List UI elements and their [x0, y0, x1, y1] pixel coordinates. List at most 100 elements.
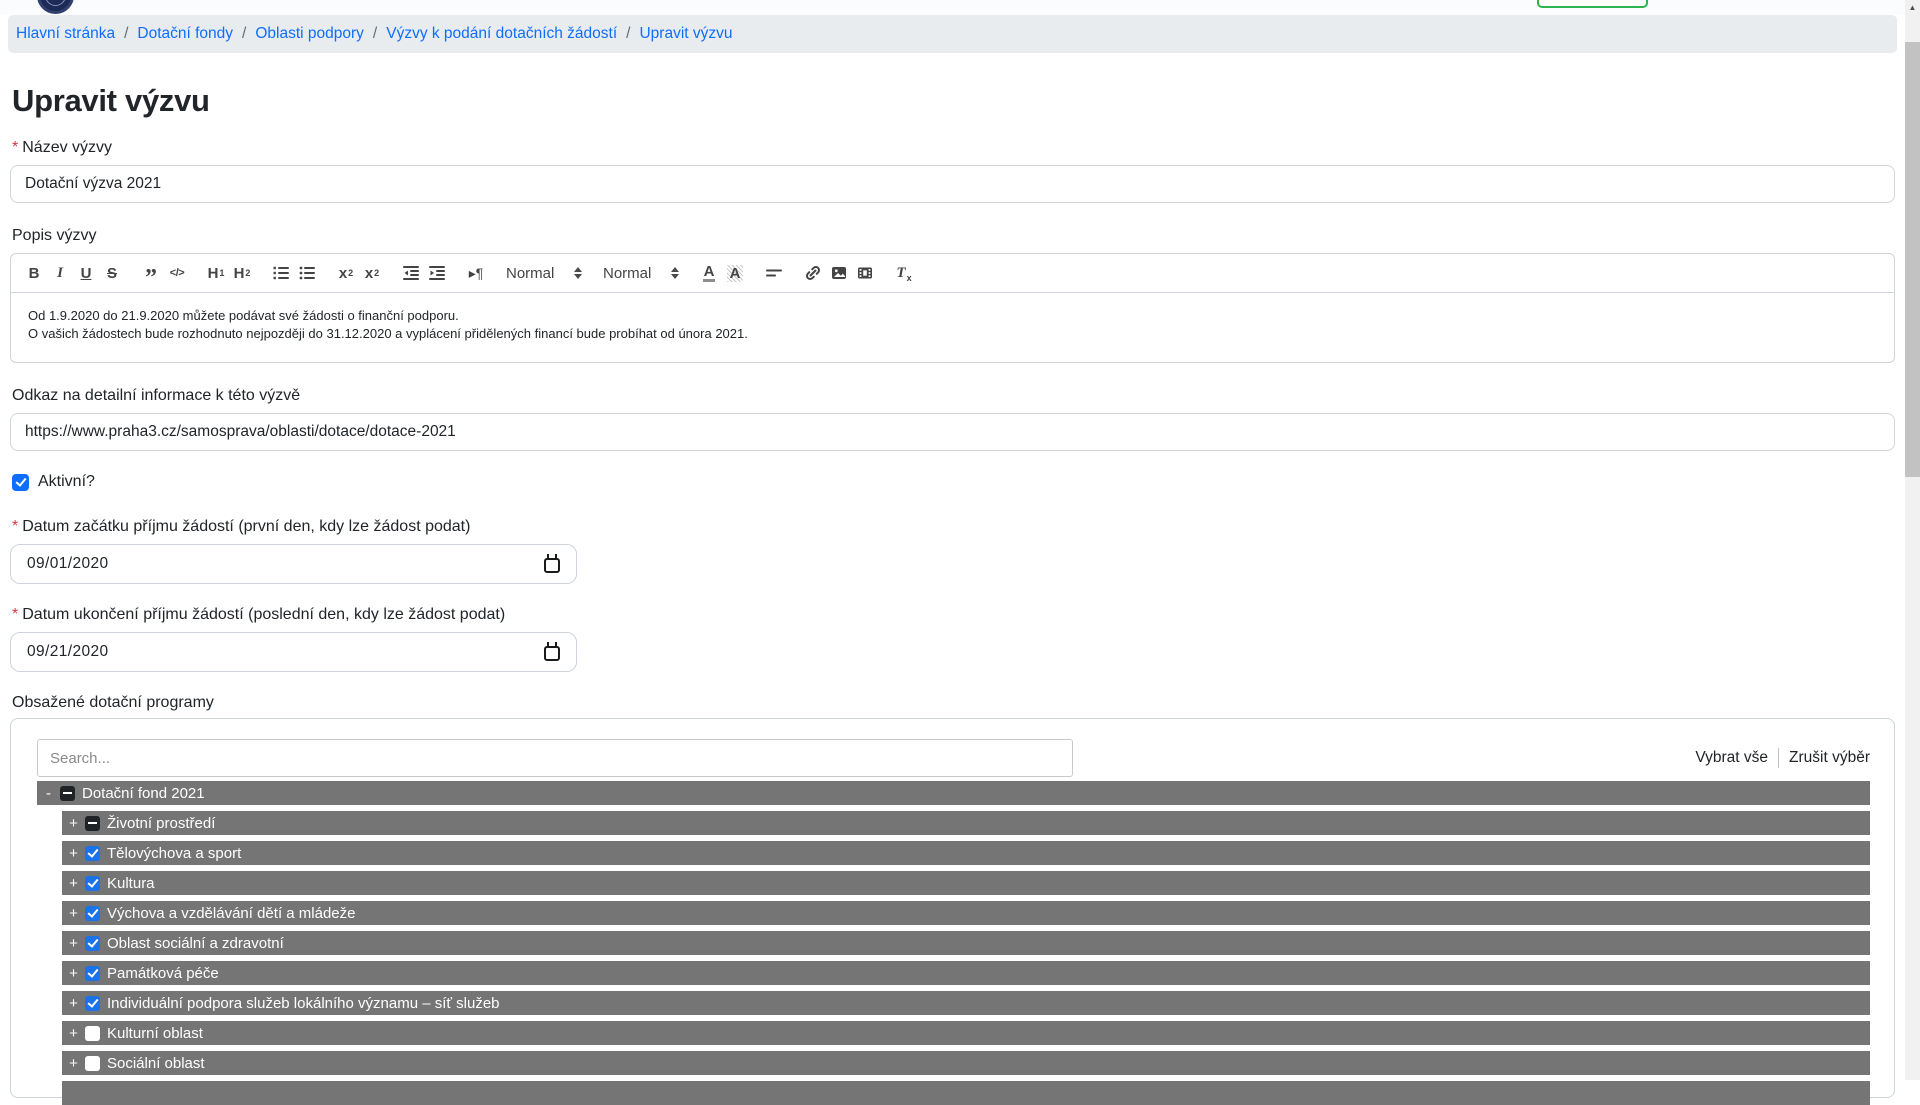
app-logo-icon[interactable] — [37, 0, 74, 14]
size-select[interactable]: Normal — [502, 265, 586, 282]
odkaz-input[interactable] — [10, 413, 1895, 451]
popis-label: Popis výzvy — [10, 227, 1895, 245]
tree-checkbox-checked[interactable] — [85, 996, 100, 1011]
tree-row[interactable]: +Památková péče — [62, 961, 1870, 985]
clean-format-icon[interactable]: Tx — [891, 260, 917, 286]
tree-expander[interactable]: + — [69, 936, 78, 951]
background-color-icon[interactable]: A — [722, 260, 748, 286]
tree-checkbox-checked[interactable] — [85, 906, 100, 921]
tree-expander[interactable]: + — [69, 1056, 78, 1071]
breadcrumb-separator: / — [124, 25, 128, 42]
breadcrumb: Hlavní stránka / Dotační fondy / Oblasti pod… — [8, 15, 1897, 53]
tree-item-label: Výchova a vzdělávání dětí a mládeže — [107, 905, 355, 922]
code-icon[interactable]: </> — [164, 260, 190, 286]
tree-expander[interactable]: + — [69, 996, 78, 1011]
subscript-icon[interactable]: x2 — [333, 260, 359, 286]
tree-row[interactable]: +Životní prostředí — [62, 811, 1870, 835]
field-datum-ukonceni: *Datum ukončení příjmu žádostí (poslední… — [10, 606, 1895, 672]
required-asterisk: * — [12, 606, 18, 623]
tree-checkbox-indeterminate[interactable] — [85, 816, 100, 831]
tree-row[interactable] — [62, 1081, 1870, 1105]
aktivni-checkbox[interactable] — [12, 474, 29, 491]
tree-bulk-actions: Vybrat vše Zrušit výběr — [1695, 748, 1870, 768]
tree-row[interactable]: + Výchova a vzdělávání dětí a mládeže — [62, 901, 1870, 925]
align-icon[interactable] — [761, 260, 787, 286]
scrollbar-thumb[interactable] — [1905, 42, 1920, 477]
underline-icon[interactable]: U — [73, 260, 99, 286]
video-icon[interactable] — [852, 260, 878, 286]
tree-row[interactable]: +Individuální podpora služeb lokálního v… — [62, 991, 1870, 1015]
tree-item-label: Sociální oblast — [107, 1055, 205, 1072]
aktivni-label: Aktivní? — [38, 473, 95, 491]
tree-checkbox-checked[interactable] — [85, 876, 100, 891]
tree-expander[interactable]: + — [69, 846, 78, 861]
tree-search-input[interactable] — [37, 739, 1073, 777]
editor-toolbar: BIUS ”</> H1H2 x2x2 ▸¶ Normal Normal AA Tx — [11, 254, 1894, 293]
tree-checkbox-unchecked[interactable] — [85, 1026, 100, 1041]
header-1-icon[interactable]: H1 — [203, 260, 229, 286]
toolbar-group — [398, 260, 450, 286]
clear-selection-link[interactable]: Zrušit výběr — [1789, 749, 1870, 767]
outdent-icon[interactable] — [398, 260, 424, 286]
breadcrumb-link[interactable]: Dotační fondy — [137, 25, 233, 42]
datum-ukonceni-input[interactable]: 09/21/2020 — [10, 632, 577, 672]
toolbar-group: ”</> — [138, 260, 190, 286]
editor-content[interactable]: Od 1.9.2020 do 21.9.2020 můžete podávat … — [11, 293, 1894, 362]
tree-checkbox-checked[interactable] — [85, 966, 100, 981]
select-all-link[interactable]: Vybrat vše — [1695, 749, 1768, 767]
tree-row[interactable]: + Sociální oblast — [62, 1051, 1870, 1075]
tree-row[interactable]: +Oblast sociální a zdravotní — [62, 931, 1870, 955]
tree-checkbox-checked[interactable] — [85, 936, 100, 951]
tree-expander[interactable]: + — [69, 966, 78, 981]
tree-checkbox-indeterminate[interactable] — [60, 786, 75, 801]
header-2-icon[interactable]: H2 — [229, 260, 255, 286]
calendar-icon[interactable] — [544, 558, 560, 573]
breadcrumb-link[interactable]: Hlavní stránka — [16, 25, 115, 42]
datum-zacatku-input[interactable]: 09/01/2020 — [10, 544, 577, 584]
rich-text-editor: BIUS ”</> H1H2 x2x2 ▸¶ Normal Normal AA Tx Od 1.… — [10, 253, 1895, 363]
tree-checkbox-unchecked[interactable] — [85, 1056, 100, 1071]
datum-zacatku-label: *Datum začátku příjmu žádostí (první den… — [10, 518, 1895, 536]
editor-paragraph: O vašich žádostech bude rozhodnuto nejpo… — [28, 325, 1877, 343]
link-icon[interactable] — [800, 260, 826, 286]
direction-icon[interactable]: ▸¶ — [463, 260, 489, 286]
bullet-list-icon[interactable] — [294, 260, 320, 286]
odkaz-label: Odkaz na detailní informace k této výzvě — [10, 387, 1895, 405]
text-color-icon[interactable]: A — [696, 260, 722, 286]
header-select[interactable]: Normal — [599, 265, 683, 282]
ordered-list-icon[interactable] — [268, 260, 294, 286]
page-title: Upravit výzvu — [10, 83, 1895, 119]
nazev-input[interactable] — [10, 165, 1895, 203]
breadcrumb-separator: / — [373, 25, 377, 42]
toolbar-group: Tx — [891, 260, 917, 286]
tree-expander[interactable]: + — [69, 1026, 78, 1041]
toolbar-group — [800, 260, 878, 286]
breadcrumb-separator: / — [242, 25, 246, 42]
breadcrumb-link[interactable]: Výzvy k podání dotačních žádostí — [386, 25, 617, 42]
calendar-icon[interactable] — [544, 646, 560, 661]
tree-row[interactable]: - Dotační fond 2021 — [37, 781, 1870, 805]
bold-icon[interactable]: B — [21, 260, 47, 286]
strike-icon[interactable]: S — [99, 260, 125, 286]
blockquote-icon[interactable]: ” — [138, 260, 164, 286]
indent-icon[interactable] — [424, 260, 450, 286]
tree-item-label: Dotační fond 2021 — [82, 785, 205, 802]
navbar-action-button[interactable] — [1537, 0, 1648, 8]
page-scrollbar[interactable]: ▲ — [1905, 0, 1920, 1080]
tree-expander[interactable]: + — [69, 906, 78, 921]
tree-expander[interactable]: + — [69, 816, 78, 831]
tree-checkbox-checked[interactable] — [85, 846, 100, 861]
tree-item-label: Tělovýchova a sport — [107, 845, 241, 862]
tree-row[interactable]: +Kultura — [62, 871, 1870, 895]
breadcrumb-link[interactable]: Oblasti podpory — [255, 25, 364, 42]
superscript-icon[interactable]: x2 — [359, 260, 385, 286]
tree-expander[interactable]: - — [44, 786, 53, 801]
italic-icon[interactable]: I — [47, 260, 73, 286]
breadcrumb-link[interactable]: Upravit výzvu — [639, 25, 732, 42]
datum-zacatku-value: 09/01/2020 — [27, 555, 109, 573]
tree-row[interactable]: + Tělovýchova a sport — [62, 841, 1870, 865]
tree-row[interactable]: +Kulturní oblast — [62, 1021, 1870, 1045]
tree-expander[interactable]: + — [69, 876, 78, 891]
scroll-up-arrow-icon[interactable]: ▲ — [1905, 0, 1920, 15]
image-icon[interactable] — [826, 260, 852, 286]
